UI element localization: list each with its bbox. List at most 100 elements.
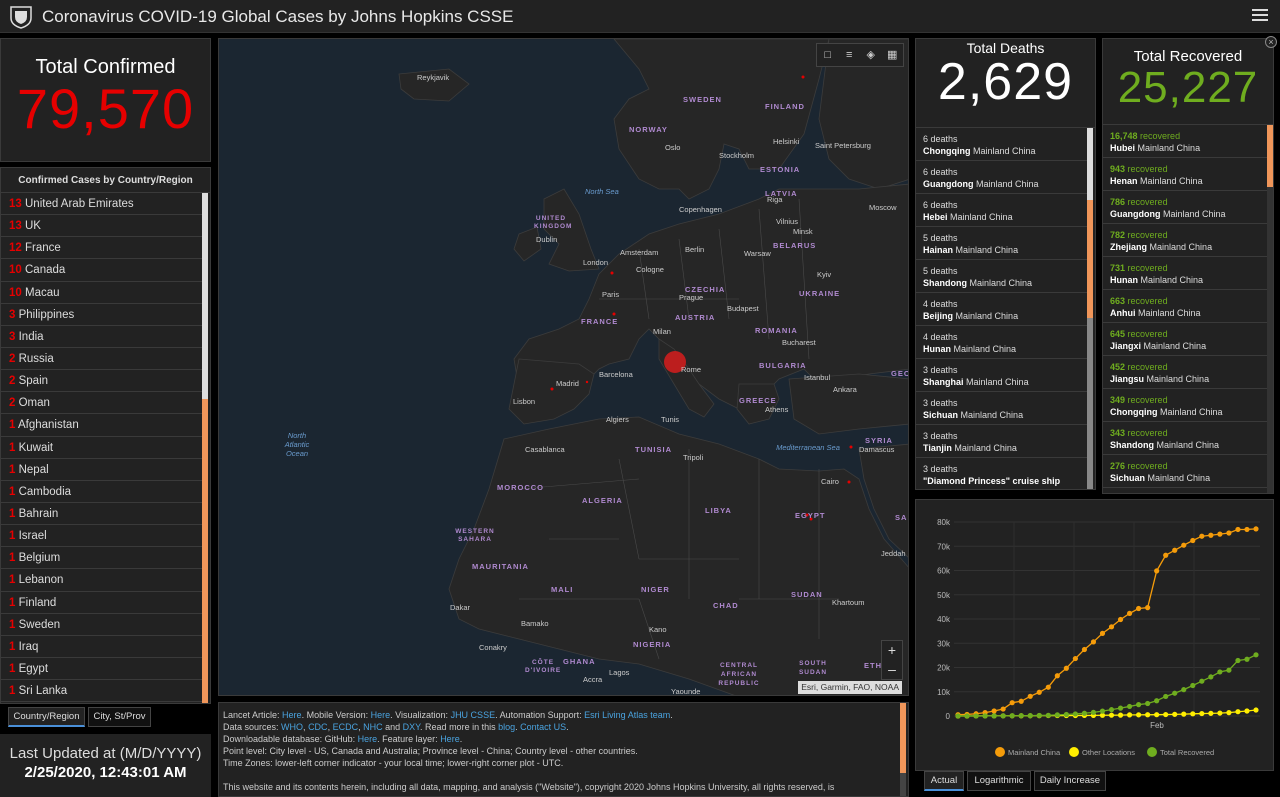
map-city-label: Vilnius (776, 217, 798, 226)
nhc-link[interactable]: NHC (363, 722, 383, 732)
dxy-link[interactable]: DXY (403, 722, 420, 732)
country-row[interactable]: 1 Sweden (1, 614, 202, 636)
time-zones-text: Time Zones: lower-left corner indicator … (223, 758, 564, 768)
death-row[interactable]: 3 deaths "Diamond Princess" cruise ship O… (916, 458, 1089, 489)
country-row[interactable]: 1 Israel (1, 525, 202, 548)
recovered-row[interactable]: 782 recovered Zhejiang Mainland China (1103, 224, 1267, 257)
recovered-row[interactable]: 943 recovered Henan Mainland China (1103, 158, 1267, 191)
hamburger-menu-icon[interactable] (1252, 6, 1268, 26)
country-row[interactable]: 1 Lebanon (1, 569, 202, 592)
country-row[interactable]: 3 India (1, 326, 202, 348)
map-country-label: CHAD (713, 601, 739, 610)
country-row[interactable]: 1 Egypt (1, 658, 202, 681)
cases-line-chart: 0 10k 20k 30k 40k 50k 60k 70k 80k Feb Mainland Chi… (937, 518, 1260, 757)
country-row[interactable]: 1 Kuwait (1, 437, 202, 459)
death-row[interactable]: 6 deaths Chongqing Mainland China (916, 128, 1089, 161)
death-row[interactable]: 4 deaths Hunan Mainland China (916, 326, 1089, 359)
automation-label: Automation Support: (499, 710, 582, 720)
country-count: 1 (9, 419, 16, 432)
country-row[interactable]: 1 Sri Lanka (1, 680, 202, 703)
basemap-grid-icon[interactable]: ▦ (886, 49, 898, 61)
recovered-row[interactable]: 276 recovered Sichuan Mainland China (1103, 455, 1267, 488)
recovered-row[interactable]: 349 recovered Chongqing Mainland China (1103, 389, 1267, 422)
death-row[interactable]: 5 deaths Hainan Mainland China (916, 227, 1089, 260)
bookmark-icon[interactable]: □ (822, 49, 834, 61)
death-row[interactable]: 3 deaths Shanghai Mainland China (916, 359, 1089, 392)
jhu-csse-link[interactable]: JHU CSSE (451, 710, 496, 720)
tab-daily-increase[interactable]: Daily Increase (1034, 771, 1106, 791)
country-row[interactable]: 3 Philippines (1, 304, 202, 326)
blog-link[interactable]: blog (498, 722, 515, 732)
country-row[interactable]: 10 Canada (1, 259, 202, 282)
death-count: 3 deaths (923, 431, 958, 441)
ecdc-link[interactable]: ECDC (333, 722, 359, 732)
recovered-row[interactable]: 645 recovered Jiangxi Mainland China (1103, 323, 1267, 356)
country-count: 1 (9, 685, 16, 698)
country-row[interactable]: 1 Nepal (1, 459, 202, 481)
zoom-out-button[interactable]: – (882, 660, 902, 679)
death-row[interactable]: 6 deaths Guangdong Mainland China (916, 161, 1089, 194)
death-row[interactable]: 5 deaths Shandong Mainland China (916, 260, 1089, 293)
death-row[interactable]: 4 deaths Beijing Mainland China (916, 293, 1089, 326)
country-row[interactable]: 10 Macau (1, 282, 202, 304)
chart-data-point (1009, 713, 1015, 719)
tab-country-region[interactable]: Country/Region (8, 707, 85, 727)
who-link[interactable]: WHO (281, 722, 303, 732)
tab-actual[interactable]: Actual (924, 771, 964, 791)
country-row[interactable]: 12 France (1, 237, 202, 260)
death-row[interactable]: 6 deaths Hebei Mainland China (916, 194, 1089, 227)
chart-data-point (1126, 712, 1133, 718)
world-map[interactable]: Reykjavik Oslo Stockholm Helsinki Saint … (218, 38, 909, 696)
country-row[interactable]: 2 Oman (1, 392, 202, 415)
country-row[interactable]: 1 Iraq (1, 636, 202, 658)
close-icon[interactable]: × (1265, 36, 1277, 48)
feature-layer-link[interactable]: Here (440, 734, 460, 744)
tab-logarithmic[interactable]: Logarithmic (967, 771, 1031, 791)
contact-link[interactable]: Contact US (520, 722, 566, 732)
death-row[interactable]: 3 deaths Tianjin Mainland China (916, 425, 1089, 458)
chart-data-point (1045, 684, 1051, 690)
esri-team-link[interactable]: Esri Living Atlas team (584, 710, 670, 720)
recovered-row[interactable]: 16,748 recovered Hubei Mainland China (1103, 125, 1267, 158)
map-city-label: Amsterdam (620, 248, 659, 257)
country-row[interactable]: 1 Bahrain (1, 503, 202, 526)
country-count: 1 (9, 640, 16, 653)
tab-city-state-province[interactable]: City, St/Prov (88, 707, 151, 727)
country-row[interactable]: 1 Afghanistan (1, 414, 202, 437)
lancet-link[interactable]: Here (282, 710, 302, 720)
country-row[interactable]: 2 Russia (1, 348, 202, 371)
map-country-label: MOROCCO (497, 483, 544, 492)
deaths-list-scrollbar[interactable] (1087, 128, 1093, 489)
zoom-in-button[interactable]: + (882, 641, 902, 660)
recovered-row[interactable]: 663 recovered Anhui Mainland China (1103, 290, 1267, 323)
cdc-link[interactable]: CDC (308, 722, 328, 732)
map-country-label: SYRIA (865, 436, 893, 445)
country-row[interactable]: 1 Cambodia (1, 481, 202, 503)
death-count: 3 deaths (923, 398, 958, 408)
country-name: Finland (18, 596, 57, 609)
recovered-count: 343 (1110, 428, 1126, 438)
recovered-row[interactable]: 786 recovered Guangdong Mainland China (1103, 191, 1267, 224)
github-link[interactable]: Here (358, 734, 378, 744)
recovered-list-scrollbar[interactable] (1267, 125, 1273, 493)
recovered-row[interactable]: 343 recovered Shandong Mainland China (1103, 422, 1267, 455)
layers-icon[interactable]: ◈ (865, 49, 877, 61)
country-row[interactable]: 2 Spain (1, 370, 202, 393)
recovered-row[interactable]: 731 recovered Hunan Mainland China (1103, 257, 1267, 290)
recovered-row[interactable]: 452 recovered Jiangsu Mainland China (1103, 356, 1267, 389)
country-row[interactable]: 13 United Arab Emirates (1, 193, 202, 216)
country-name: Israel (18, 530, 47, 543)
recovered-row[interactable]: 261 recoveredShanghai Mainland China (1103, 488, 1267, 493)
recovered-region: Mainland China (1138, 308, 1201, 318)
country-list-scrollbar[interactable] (202, 193, 208, 703)
death-row[interactable]: 3 deaths Sichuan Mainland China (916, 392, 1089, 425)
chart-y-tick-label: 10k (937, 688, 951, 697)
recovered-word: recovered (1127, 230, 1168, 240)
country-row[interactable]: 1 Finland (1, 592, 202, 614)
country-row[interactable]: 1 Belgium (1, 547, 202, 570)
legend-list-icon[interactable]: ≡ (843, 49, 855, 61)
map-city-label: Conakry (479, 643, 507, 652)
info-scrollbar[interactable] (900, 703, 906, 796)
country-row[interactable]: 13 UK (1, 215, 202, 238)
mobile-link[interactable]: Here (371, 710, 391, 720)
